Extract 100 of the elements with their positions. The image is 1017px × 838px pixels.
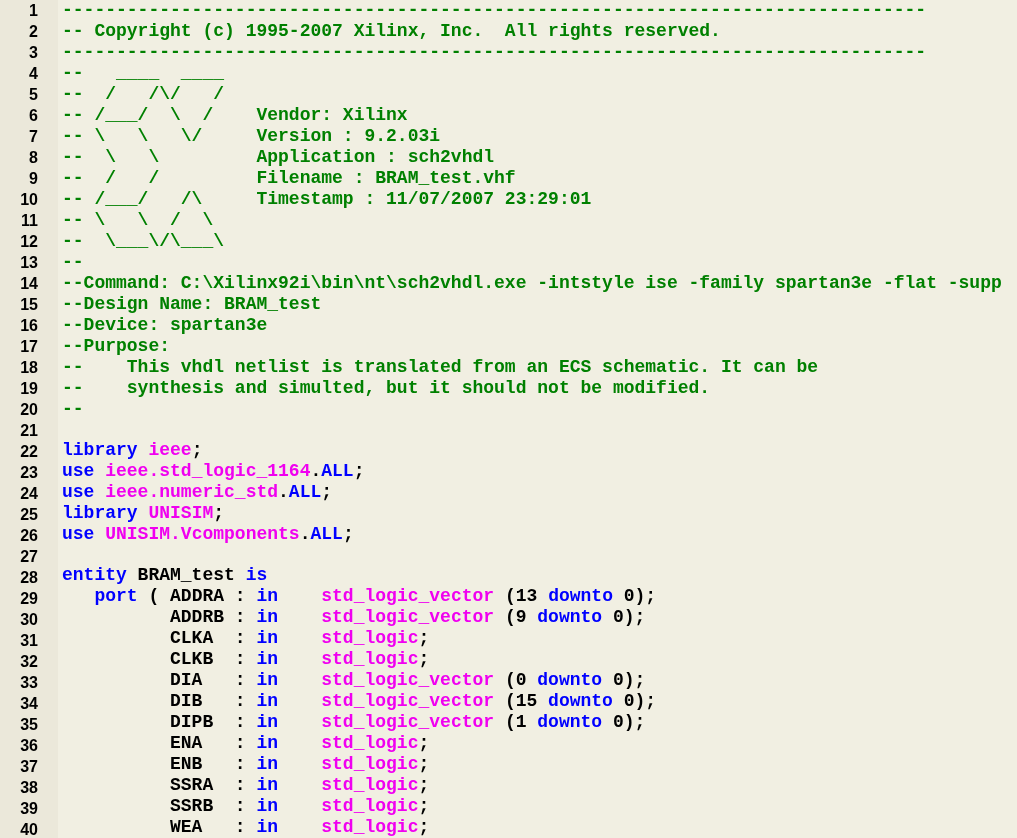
line-number: 37 [20,757,38,777]
code-text: CLKB : [169,649,247,670]
code-type: std_logic_vector [320,586,495,607]
code-type: std_logic_vector [320,712,495,733]
line-number: 27 [20,547,38,567]
code-keyword: in [256,796,279,817]
code-type: std_logic [320,649,419,670]
line-number: 13 [20,253,38,273]
code-keyword: in [256,670,279,691]
code-comment: -- Copyright (c) 1995-2007 Xilinx, Inc. All rights reserved. [62,21,721,42]
line-number: 11 [21,211,38,231]
code-keyword: ALL [321,461,354,482]
code-keyword: in [256,628,279,649]
code-type: std_logic_vector [320,670,495,691]
code-type: std_logic [320,733,419,754]
code-text: ENA : [169,733,247,754]
line-number: 15 [20,295,38,315]
code-text: SSRB : [169,796,247,817]
code-comment: --Purpose: [62,336,171,357]
code-keyword: in [256,607,279,628]
code-keyword: in [256,691,279,712]
code-keyword: in [256,586,279,607]
code-comment: -- ____ ____ [62,63,225,84]
code-keyword: port [93,586,138,607]
code-type: std_logic [320,775,419,796]
line-number: 36 [20,736,38,756]
line-number: 31 [20,631,38,651]
code-comment: -- \ \ Application : sch2vhdl [62,147,495,168]
code-type: UNISIM [148,503,214,524]
code-type: std_logic [320,628,419,649]
line-number: 19 [20,379,38,399]
code-keyword: in [256,817,279,838]
code-text: 0); [622,586,657,607]
code-keyword: use [62,524,96,545]
code-type: std_logic [320,817,419,838]
code-type: std_logic_vector [320,691,495,712]
code-comment: -- /___/ \ / Vendor: Xilinx [62,105,408,126]
code-comment: --Design Name: BRAM_test [62,294,322,315]
code-type: ieee.std_logic_1164 [105,461,311,482]
code-comment: -- \___\/\___\ [62,231,225,252]
code-comment: -- \ \ \/ Version : 9.2.03i [62,126,441,147]
code-comment: -- / / Filename : BRAM_test.vhf [62,168,516,189]
code-text: ; [418,628,430,649]
code-text: ; [353,461,365,482]
line-number: 9 [29,169,38,189]
code-text: ; [418,775,430,796]
line-number: 26 [20,526,38,546]
line-number: 17 [20,337,38,357]
code-text: SSRA : [169,775,247,796]
code-text: BRAM_test [136,565,236,586]
line-number: 33 [20,673,38,693]
line-number: 29 [20,589,38,609]
line-number: 34 [20,694,38,714]
code-text: ENB : [169,754,247,775]
code-type: UNISIM.Vcomponents [105,524,300,545]
code-comment: --Device: spartan3e [62,315,268,336]
code-text: (15 [503,691,539,712]
code-comment: -------------------------------------------------------------------------------- [62,42,927,63]
code-text: (13 [503,586,539,607]
code-text: ; [418,649,430,670]
code-keyword: downto [548,586,613,607]
code-text: . [278,482,289,503]
code-keyword: in [256,649,279,670]
code-keyword: downto [537,670,603,691]
line-number: 10 [20,190,38,210]
code-text: ADDRB : [169,607,247,628]
code-text: ; [342,524,354,545]
line-number: 30 [20,610,38,630]
code-text: ( ADDRA : [147,586,247,607]
code-text: (0 [503,670,528,691]
line-number: 12 [20,232,38,252]
code-text: ; [418,817,430,838]
code-type: std_logic [320,754,419,775]
code-keyword: entity [62,565,127,586]
code-text: DIPB : [169,712,247,733]
line-number: 25 [20,505,38,525]
line-number: 20 [20,400,38,420]
line-number: 32 [20,652,38,672]
code-comment: -- [62,399,84,420]
code-keyword: in [256,754,279,775]
code-keyword: library [62,503,139,524]
line-number: 24 [20,484,38,504]
code-type: ieee [148,440,192,461]
code-text: ; [321,482,333,503]
code-text: . [299,524,311,545]
code-type: std_logic [320,796,419,817]
code-comment: -- [62,252,84,273]
code-comment: -- synthesis and simulted, but it should not be modified. [62,378,711,399]
code-keyword: in [256,733,279,754]
code-keyword: downto [537,712,603,733]
line-number: 7 [29,127,38,147]
code-comment: -------------------------------------------------------------------------------- [62,0,927,21]
code-text: DIA : [169,670,247,691]
code-text: (1 [503,712,528,733]
code-comment: -- /___/ /\ Timestamp : 11/07/2007 23:29:01 [62,189,592,210]
line-number: 23 [20,463,38,483]
code-keyword: library [62,440,139,461]
code-text: 0); [611,670,646,691]
line-number: 18 [20,358,38,378]
code-text: . [310,461,322,482]
